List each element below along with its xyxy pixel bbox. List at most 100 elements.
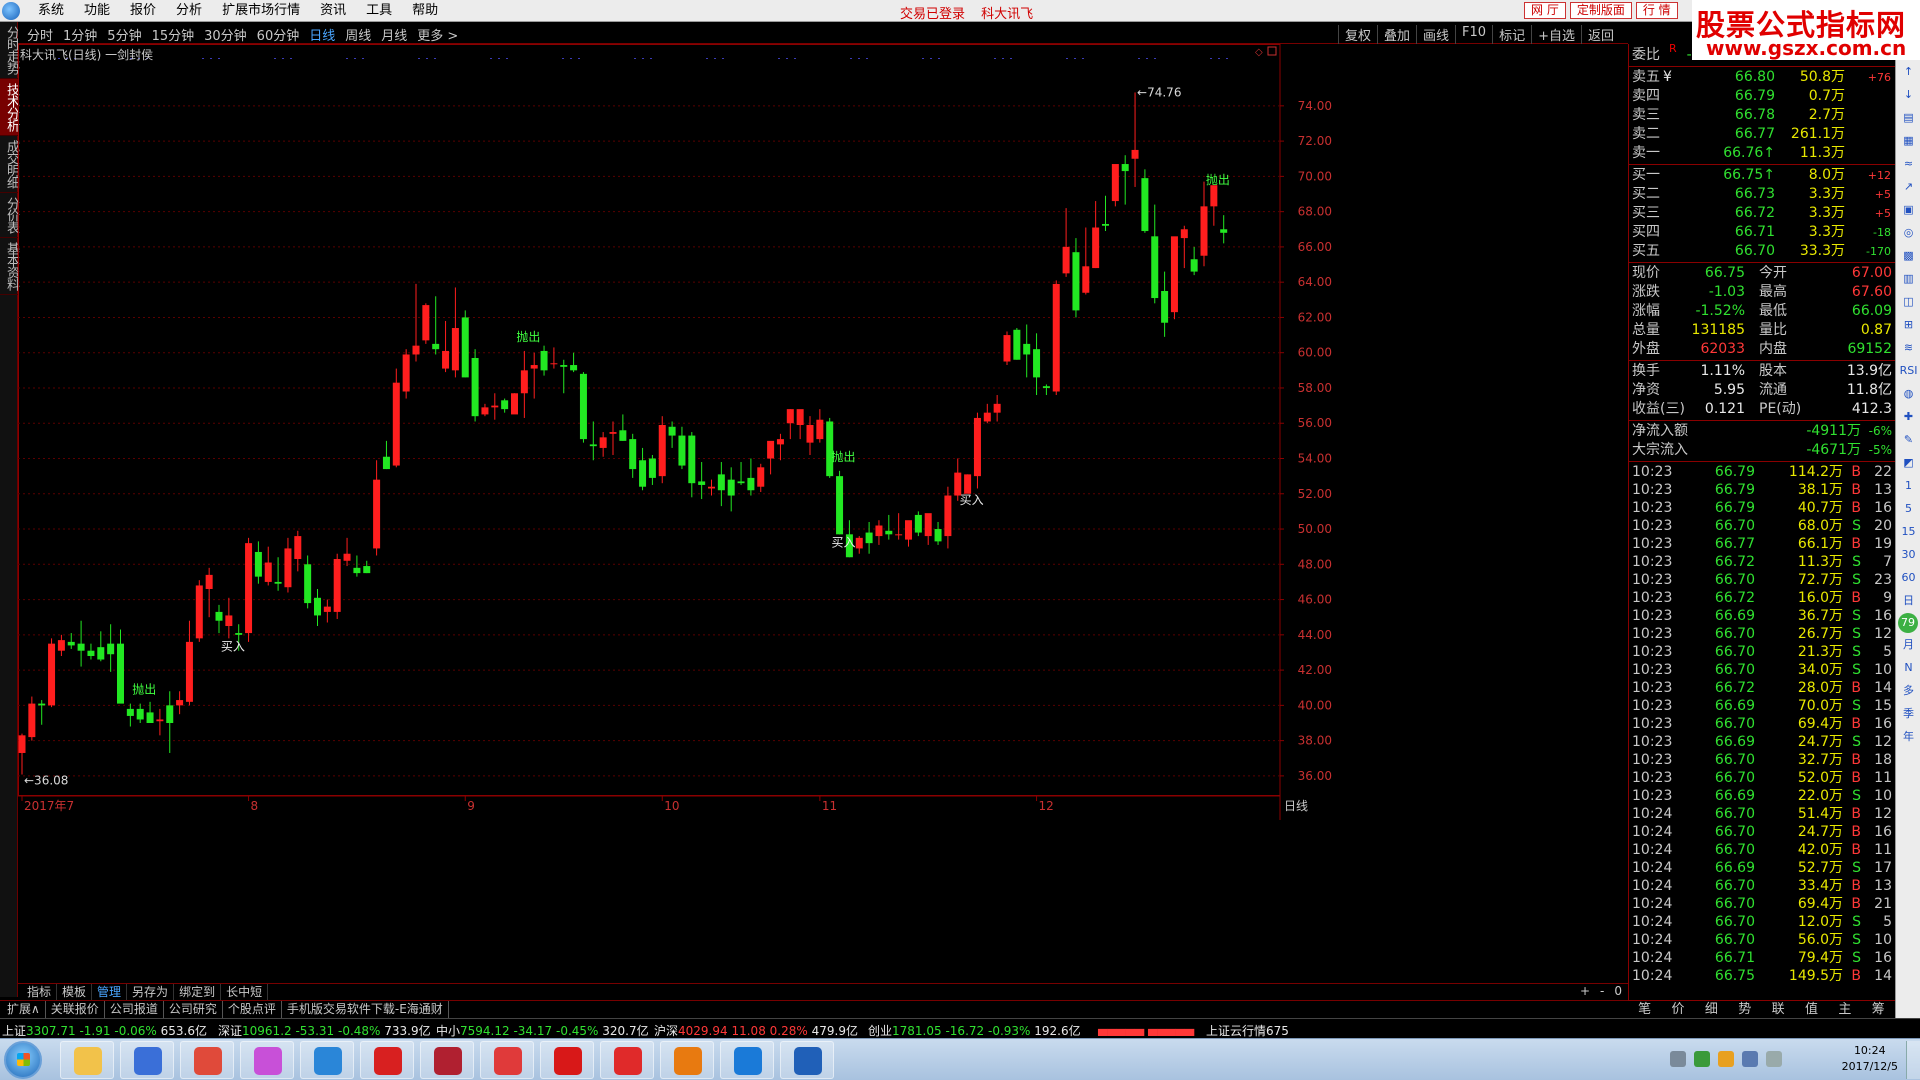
index-sz[interactable]: 深证10961.2 -53.31 -0.48% 733.9亿 bbox=[218, 1022, 431, 1039]
index-hs[interactable]: 沪深4029.94 11.08 0.28% 479.9亿 bbox=[654, 1022, 858, 1039]
toolbar-button[interactable]: ⊞ bbox=[1897, 314, 1920, 336]
fund-flow-row[interactable]: 净流入额 -4911万 -6% bbox=[1629, 422, 1895, 441]
menu-item[interactable]: 资讯 bbox=[310, 3, 356, 19]
period-tab[interactable]: 15分钟 bbox=[147, 25, 200, 44]
kline-chart-panel[interactable]: 36.00 38.00 40.00 42.00 44.00 46.00 48.00 50.00… bbox=[18, 44, 1628, 988]
toolbar-button[interactable]: ↗ bbox=[1897, 176, 1920, 198]
ask-row[interactable]: 卖一 66.76↑ 11.3万 bbox=[1629, 144, 1895, 163]
period-tab[interactable]: 分时 bbox=[22, 25, 58, 44]
tick-row[interactable]: 10:23 66.69 22.0万 S 10 bbox=[1629, 787, 1895, 805]
zoom-button[interactable]: - bbox=[1600, 984, 1604, 998]
toolbar-button[interactable]: ✎ bbox=[1897, 429, 1920, 451]
stat-row[interactable]: 涨幅 -1.52% 最低 66.09 bbox=[1629, 302, 1895, 321]
top-right-button[interactable]: 网 厅 bbox=[1524, 2, 1566, 19]
toolbar-button[interactable]: 5 bbox=[1897, 498, 1920, 520]
chart-tool-button[interactable]: 叠加 bbox=[1377, 25, 1416, 44]
zoom-button[interactable]: + bbox=[1580, 984, 1590, 998]
toolbar-button[interactable]: 日 bbox=[1897, 590, 1920, 612]
bid-row[interactable]: 买三 66.72 3.3万 +5 bbox=[1629, 204, 1895, 223]
tick-row[interactable]: 10:23 66.70 69.4万 B 16 bbox=[1629, 715, 1895, 733]
tick-row[interactable]: 10:23 66.70 34.0万 S 10 bbox=[1629, 661, 1895, 679]
toolbar-button[interactable]: ✚ bbox=[1897, 406, 1920, 428]
bid-row[interactable]: 买五 66.70 33.3万 -170 bbox=[1629, 242, 1895, 261]
info-tab[interactable]: 公司研究 bbox=[164, 1001, 223, 1018]
tick-row[interactable]: 10:23 66.77 66.1万 B 19 bbox=[1629, 535, 1895, 553]
tick-row[interactable]: 10:23 66.72 28.0万 B 14 bbox=[1629, 679, 1895, 697]
toolbar-button[interactable]: 多 bbox=[1897, 680, 1920, 702]
left-tab[interactable]: 基本资料 bbox=[0, 238, 19, 295]
quote-tab[interactable]: 细 bbox=[1695, 1001, 1728, 1018]
tick-row[interactable]: 10:23 66.69 70.0万 S 15 bbox=[1629, 697, 1895, 715]
bid-row[interactable]: 买一 66.75↑ 8.0万 +12 bbox=[1629, 166, 1895, 185]
toolbar-button[interactable]: ▩ bbox=[1897, 245, 1920, 267]
ask-row[interactable]: 卖二 66.77 261.1万 bbox=[1629, 125, 1895, 144]
toolbar-button[interactable]: 79 bbox=[1898, 613, 1918, 633]
period-tab[interactable]: 1分钟 bbox=[58, 25, 102, 44]
chart-tool-button[interactable]: F10 bbox=[1455, 25, 1492, 44]
bid-row[interactable]: 买四 66.71 3.3万 -18 bbox=[1629, 223, 1895, 242]
volume-icon[interactable] bbox=[1742, 1051, 1758, 1067]
toolbar-button[interactable]: 月 bbox=[1897, 634, 1920, 656]
zoom-button[interactable]: 0 bbox=[1614, 984, 1622, 998]
left-tab[interactable]: 技术分析 bbox=[0, 79, 19, 136]
show-desktop-button[interactable] bbox=[1906, 1041, 1920, 1079]
trade-status-text[interactable]: 交易已登录 bbox=[900, 7, 965, 22]
quote-tab[interactable]: 价 bbox=[1661, 1001, 1694, 1018]
stat-row[interactable]: 换手 1.11% 股本 13.9亿 bbox=[1629, 362, 1895, 381]
index-cy[interactable]: 创业1781.05 -16.72 -0.93% 192.6亿 bbox=[868, 1022, 1081, 1039]
toolbar-button[interactable]: ◍ bbox=[1897, 383, 1920, 405]
tick-row[interactable]: 10:24 66.75 149.5万 B 14 bbox=[1629, 967, 1895, 985]
folder-app-button[interactable] bbox=[60, 1041, 114, 1079]
ask-row[interactable]: 卖三 66.78 2.7万 bbox=[1629, 106, 1895, 125]
colorwheel-app-button[interactable] bbox=[240, 1041, 294, 1079]
tick-row[interactable]: 10:23 66.79 114.2万 B 22 bbox=[1629, 463, 1895, 481]
quote-tab[interactable]: 笔 bbox=[1628, 1001, 1661, 1018]
template-button[interactable]: 另存为 bbox=[127, 984, 175, 1000]
tick-row[interactable]: 10:24 66.70 42.0万 B 11 bbox=[1629, 841, 1895, 859]
flag-icon[interactable] bbox=[1766, 1051, 1782, 1067]
keyboard-icon[interactable] bbox=[1670, 1051, 1686, 1067]
stock2-app-button[interactable] bbox=[600, 1041, 654, 1079]
quote-tab[interactable]: 主 bbox=[1828, 1001, 1861, 1018]
tick-row[interactable]: 10:24 66.70 56.0万 S 10 bbox=[1629, 931, 1895, 949]
m-logo-app-button[interactable] bbox=[660, 1041, 714, 1079]
template-button[interactable]: 模板 bbox=[57, 984, 93, 1000]
menu-item[interactable]: 报价 bbox=[120, 3, 166, 19]
toolbar-button[interactable]: ↓ bbox=[1897, 84, 1920, 106]
tick-row[interactable]: 10:24 66.70 33.4万 B 13 bbox=[1629, 877, 1895, 895]
fund-flow-row[interactable]: 大宗流入 -4671万 -5% bbox=[1629, 441, 1895, 460]
tick-row[interactable]: 10:23 66.72 11.3万 S 7 bbox=[1629, 553, 1895, 571]
tick-row[interactable]: 10:24 66.70 12.0万 S 5 bbox=[1629, 913, 1895, 931]
menu-item[interactable]: 分析 bbox=[166, 3, 212, 19]
toolbar-button[interactable]: ◫ bbox=[1897, 291, 1920, 313]
quote-tab[interactable]: 势 bbox=[1728, 1001, 1761, 1018]
tick-row[interactable]: 10:24 66.70 51.4万 B 12 bbox=[1629, 805, 1895, 823]
start-button[interactable] bbox=[4, 1041, 42, 1079]
tick-row[interactable]: 10:23 66.72 16.0万 B 9 bbox=[1629, 589, 1895, 607]
stat-row[interactable]: 总量 131185 量比 0.87 bbox=[1629, 321, 1895, 340]
bid-row[interactable]: 买二 66.73 3.3万 +5 bbox=[1629, 185, 1895, 204]
period-tab[interactable]: 30分钟 bbox=[199, 25, 252, 44]
ask-row[interactable]: 卖四 66.79 0.7万 bbox=[1629, 87, 1895, 106]
menu-item[interactable]: 帮助 bbox=[402, 3, 448, 19]
tick-row[interactable]: 10:23 66.79 38.1万 B 13 bbox=[1629, 481, 1895, 499]
info-tab[interactable]: 公司报道 bbox=[105, 1001, 164, 1018]
info-tab[interactable]: 个股点评 bbox=[223, 1001, 282, 1018]
info-tab[interactable]: 扩展∧ bbox=[2, 1001, 46, 1018]
chrome-app-button[interactable] bbox=[180, 1041, 234, 1079]
top-right-button[interactable]: 定制版面 bbox=[1569, 2, 1632, 19]
stat-row[interactable]: 涨跌 -1.03 最高 67.60 bbox=[1629, 283, 1895, 302]
tick-row[interactable]: 10:23 66.70 52.0万 B 11 bbox=[1629, 769, 1895, 787]
chart-tool-button[interactable]: 标记 bbox=[1492, 25, 1531, 44]
blue-c-app-button[interactable] bbox=[720, 1041, 774, 1079]
left-tab[interactable]: 分价表 bbox=[0, 193, 19, 238]
toolbar-button[interactable]: ▣ bbox=[1897, 199, 1920, 221]
left-tab[interactable]: 分时走势 bbox=[0, 22, 19, 79]
toolbar-button[interactable]: N bbox=[1897, 657, 1920, 679]
left-tab[interactable]: 成交明细 bbox=[0, 136, 19, 193]
index-sh[interactable]: 上证3307.71 -1.91 -0.06% 653.6亿 bbox=[2, 1022, 207, 1039]
stock-red-app-button[interactable] bbox=[360, 1041, 414, 1079]
top-right-button[interactable]: 行 情 bbox=[1635, 2, 1678, 19]
quote-tab[interactable]: 筹 bbox=[1862, 1001, 1895, 1018]
doc-app-button[interactable] bbox=[480, 1041, 534, 1079]
